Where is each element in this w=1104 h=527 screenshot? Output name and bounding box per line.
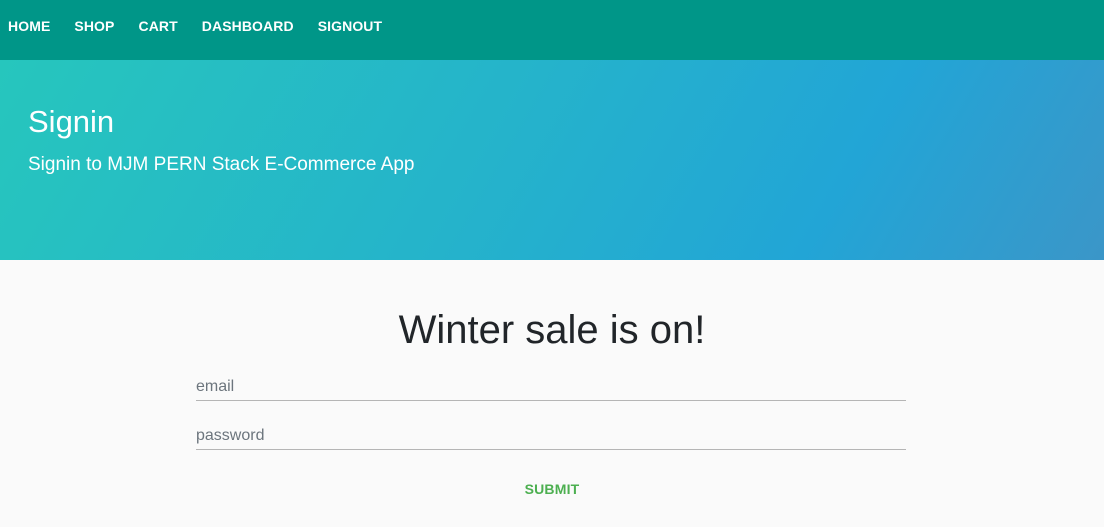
page-title: Signin [28,104,115,139]
top-navbar: HOME SHOP CART DASHBOARD SIGNOUT [0,0,1104,60]
page-subtitle: Signin to MJM PERN Stack E-Commerce App [28,154,415,175]
nav-shop-link[interactable]: SHOP [74,19,114,33]
nav-home-link[interactable]: HOME [8,19,50,33]
email-field[interactable] [196,378,906,401]
nav-dashboard-link[interactable]: DASHBOARD [202,19,294,33]
submit-row: SUBMIT [0,480,1104,499]
page-header: Signin Signin to MJM PERN Stack E-Commer… [0,60,1104,260]
submit-button[interactable]: SUBMIT [519,480,586,498]
nav-cart-link[interactable]: CART [138,19,177,33]
nav-signout-link[interactable]: SIGNOUT [318,19,382,33]
main-content: Winter sale is on! SUBMIT [0,260,1104,527]
password-field[interactable] [196,427,906,450]
sale-banner: Winter sale is on! [398,308,706,352]
